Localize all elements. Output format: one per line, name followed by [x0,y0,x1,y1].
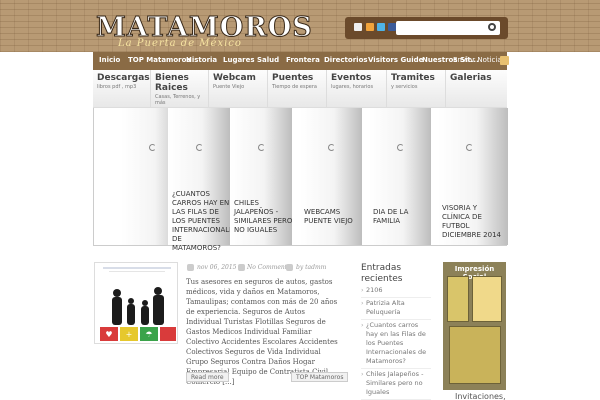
svg-text:☂: ☂ [145,330,152,339]
nav-item-lugares[interactable]: Lugares [223,56,255,64]
slide[interactable]: ¿Cuantos carros hay en las filas de los … [168,108,238,252]
search-input[interactable] [396,21,500,35]
ad-card-image [449,326,501,384]
slide[interactable]: Dia de la Familia [369,108,431,245]
post-author[interactable]: by tadmm [296,264,326,271]
sub-nav: Descargas libros pdf , mp3 Bienes Raices… [93,70,507,108]
nav-item-historia[interactable]: Historia [186,56,217,64]
nav-item-top-matamoros[interactable]: TOP Matamoros [128,56,191,64]
facebook-icon[interactable] [388,23,396,31]
slide-caption[interactable]: Visoria y Clínica de Futbol Diciembre 20… [442,204,506,240]
slide-caption[interactable]: Dia de la Familia [373,208,433,226]
slide[interactable]: Webcams Puente Viejo [300,108,362,245]
read-more-button[interactable]: Read more [186,372,229,382]
site-header: MATAMOROS La Puerta de México [0,0,600,52]
post-thumbnail[interactable]: ♥ + ☂ [94,262,178,344]
loading-icon [196,144,203,151]
list-item[interactable]: 2106 [361,285,431,298]
subnav-item-galerias[interactable]: Galerias [446,70,507,108]
featured-slider: ¿Cuantos carros hay en las filas de los … [93,108,508,252]
loading-icon [328,144,335,151]
rss-icon[interactable] [366,23,374,31]
subnav-item-eventos[interactable]: Eventos lugares, horarios [327,70,387,108]
loading-icon [466,144,473,151]
search-icon[interactable] [488,23,496,31]
loading-icon [258,144,265,151]
slide-caption[interactable]: Chiles Jalapeños - Similares pero no igu… [234,199,294,235]
svg-text:♥: ♥ [105,330,112,339]
subnav-item-tramites[interactable]: Tramites y servicios [387,70,446,108]
calendar-icon [187,264,194,271]
pencil-icon[interactable] [500,56,509,65]
nav-item-visitors-guide[interactable]: Visitors Guide [368,56,423,64]
user-icon [286,264,293,271]
list-item[interactable]: ¿Cuantos carros hay en las Filas de los … [361,320,431,369]
loading-icon [149,144,156,151]
post-excerpt: Tus asesores en seguros de autos, gastos… [186,278,338,386]
nav-enviar-noticias[interactable]: Enviar Noticias [453,56,505,64]
list-item[interactable]: Chiles Jalapeños - Similares pero no Igu… [361,369,431,400]
subnav-item-descargas[interactable]: Descargas libros pdf , mp3 [93,70,151,108]
subnav-item-bienes-raices[interactable]: Bienes Raices Casas, Terrenos, y más [151,70,209,108]
header-tools [345,17,508,39]
nav-item-directorios[interactable]: Directorios [324,56,368,64]
slide[interactable]: Visoria y Clínica de Futbol Diciembre 20… [438,108,508,245]
comment-icon [238,264,245,271]
nav-item-inicio[interactable]: Inicio [99,56,120,64]
recent-posts-list: 2106 Patrizia Alta Peluquería ¿Cuantos c… [361,285,431,400]
post-date: nov 06, 2015 [197,264,237,271]
nav-item-frontera[interactable]: Frontera [286,56,320,64]
subnav-item-puentes[interactable]: Puentes Tiempo de espera [268,70,327,108]
post-comments[interactable]: No Comments [247,264,290,271]
blank-icon[interactable] [354,23,362,31]
ad-caption[interactable]: Invitaciones, [455,392,506,400]
slide-caption[interactable]: Webcams Puente Viejo [304,208,364,226]
twitter-icon[interactable] [377,23,385,31]
subnav-item-webcam[interactable]: Webcam Puente Viejo [209,70,268,108]
slide-caption[interactable]: ¿Cuantos carros hay en las filas de los … [172,190,238,253]
loading-icon [397,144,404,151]
ad-card-image [447,276,469,322]
list-item[interactable]: Patrizia Alta Peluquería [361,298,431,320]
ad-card-image [472,276,502,322]
recent-posts-title: Entradas recientes [361,263,403,284]
post-category-tag[interactable]: TOP Matamoros [291,372,349,382]
family-silhouette-image: ♥ + ☂ [95,263,177,343]
site-tagline: La Puerta de México [118,38,242,49]
main-nav: Inicio TOP Matamoros Historia Lugares Sa… [93,52,507,70]
nav-item-salud[interactable]: Salud [257,56,279,64]
slide[interactable]: Chiles Jalapeños - Similares pero no igu… [230,108,292,245]
svg-text:+: + [126,330,133,339]
ad-banner[interactable]: Impresión Social [443,262,506,390]
